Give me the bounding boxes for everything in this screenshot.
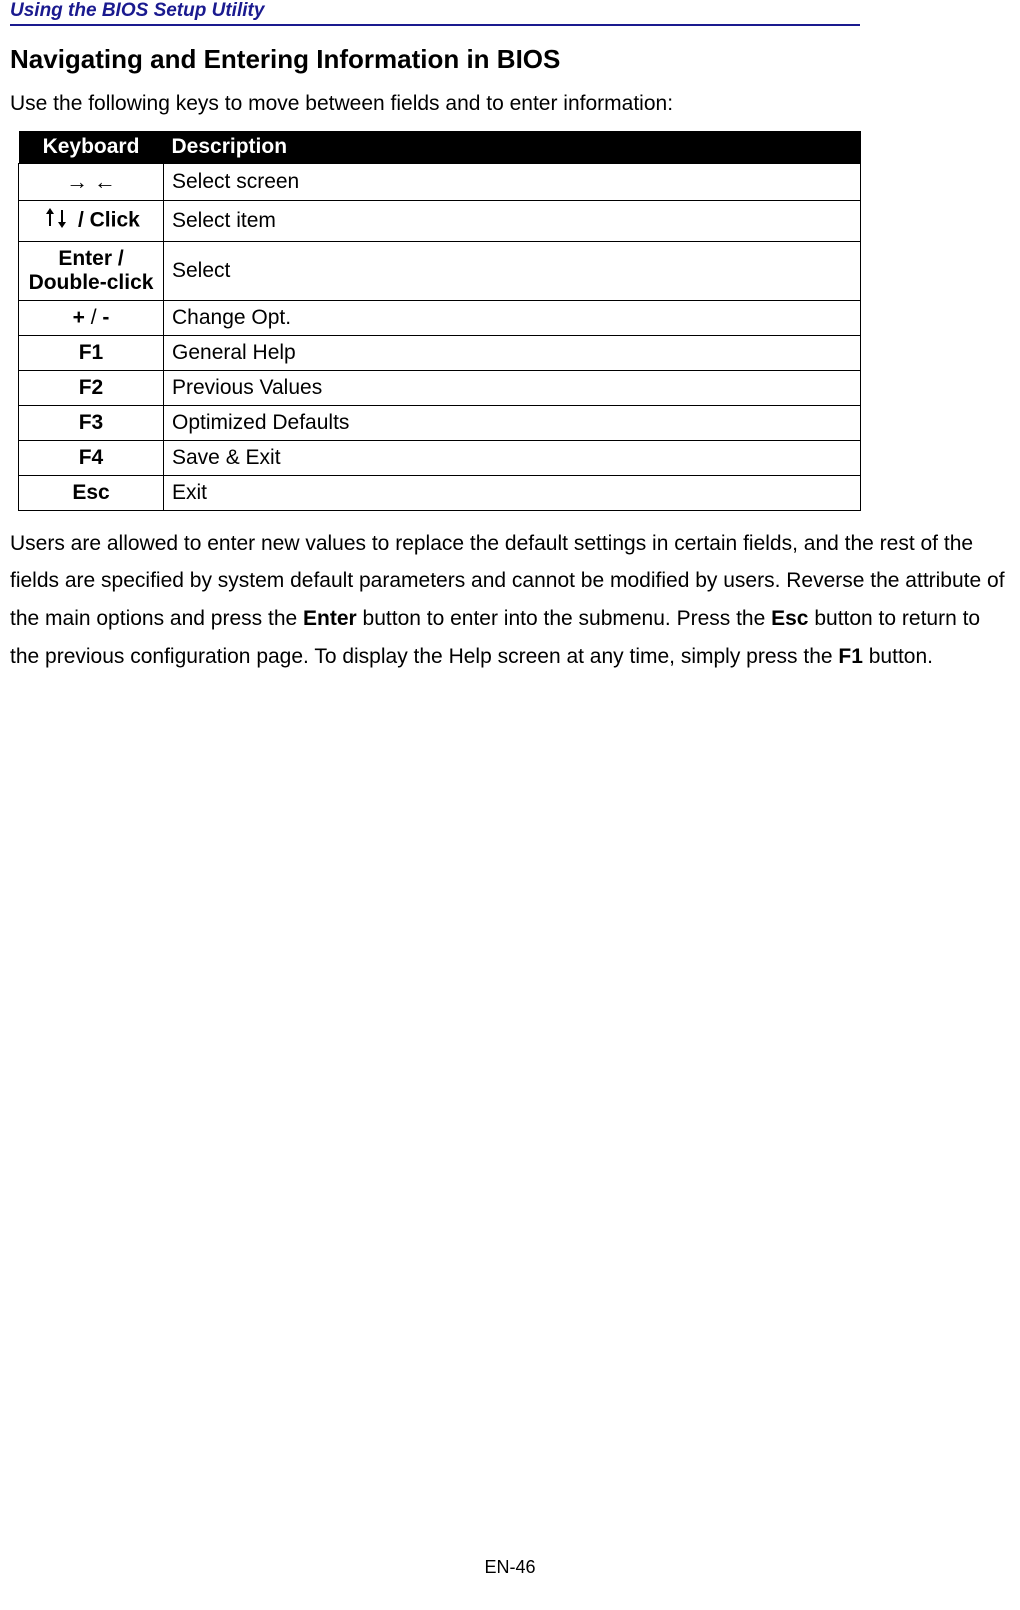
table-row: → ← Select screen — [19, 163, 861, 200]
key-cell-f2: F2 — [19, 370, 164, 405]
table-row: F1 General Help — [19, 335, 861, 370]
key-cell-f3: F3 — [19, 405, 164, 440]
header-keyboard: Keyboard — [19, 131, 164, 164]
table-row: F2 Previous Values — [19, 370, 861, 405]
arrow-right-icon: → — [66, 169, 88, 194]
key-cell-arrows-lr: → ← — [19, 163, 164, 200]
table-row: + / - Change Opt. — [19, 300, 861, 335]
body-paragraph: Users are allowed to enter new values to… — [10, 525, 1010, 676]
page-footer: EN-46 — [0, 1557, 1020, 1578]
table-row: / Click Select item — [19, 200, 861, 241]
desc-cell: Select — [164, 241, 861, 300]
arrow-left-icon: ← — [94, 169, 116, 194]
key-cell-arrows-ud: / Click — [19, 200, 164, 241]
desc-cell: Save & Exit — [164, 440, 861, 475]
header-description: Description — [164, 131, 861, 164]
table-row: F4 Save & Exit — [19, 440, 861, 475]
desc-cell: Change Opt. — [164, 300, 861, 335]
key-cell-esc: Esc — [19, 475, 164, 510]
key-enter-line1: Enter / — [27, 247, 155, 271]
arrow-up-down-icon — [42, 206, 72, 236]
key-cell-enter: Enter / Double-click — [19, 241, 164, 300]
table-header-row: Keyboard Description — [19, 131, 861, 164]
desc-cell: General Help — [164, 335, 861, 370]
para-part4: button. — [863, 645, 933, 668]
key-click-suffix: / Click — [72, 208, 140, 231]
keyboard-table: Keyboard Description → ← Select screen — [18, 131, 861, 511]
para-part2: button to enter into the submenu. Press … — [357, 607, 771, 630]
key-cell-plusminus: + / - — [19, 300, 164, 335]
intro-text: Use the following keys to move between f… — [10, 87, 1010, 121]
key-slash: / — [85, 306, 103, 329]
desc-cell: Exit — [164, 475, 861, 510]
key-cell-f1: F1 — [19, 335, 164, 370]
table-row: Enter / Double-click Select — [19, 241, 861, 300]
desc-cell: Select screen — [164, 163, 861, 200]
header-title: Using the BIOS Setup Utility — [10, 0, 1010, 24]
para-bold-esc: Esc — [771, 607, 808, 630]
key-minus: - — [102, 306, 109, 329]
desc-cell: Previous Values — [164, 370, 861, 405]
desc-cell: Optimized Defaults — [164, 405, 861, 440]
key-plus: + — [73, 306, 85, 329]
page-header: Using the BIOS Setup Utility — [10, 0, 1010, 26]
desc-cell: Select item — [164, 200, 861, 241]
key-enter-line2: Double-click — [27, 271, 155, 295]
para-bold-f1: F1 — [838, 645, 863, 668]
para-bold-enter: Enter — [303, 607, 357, 630]
key-cell-f4: F4 — [19, 440, 164, 475]
header-rule — [10, 24, 860, 26]
table-row: Esc Exit — [19, 475, 861, 510]
table-row: F3 Optimized Defaults — [19, 405, 861, 440]
section-heading: Navigating and Entering Information in B… — [10, 44, 1010, 75]
